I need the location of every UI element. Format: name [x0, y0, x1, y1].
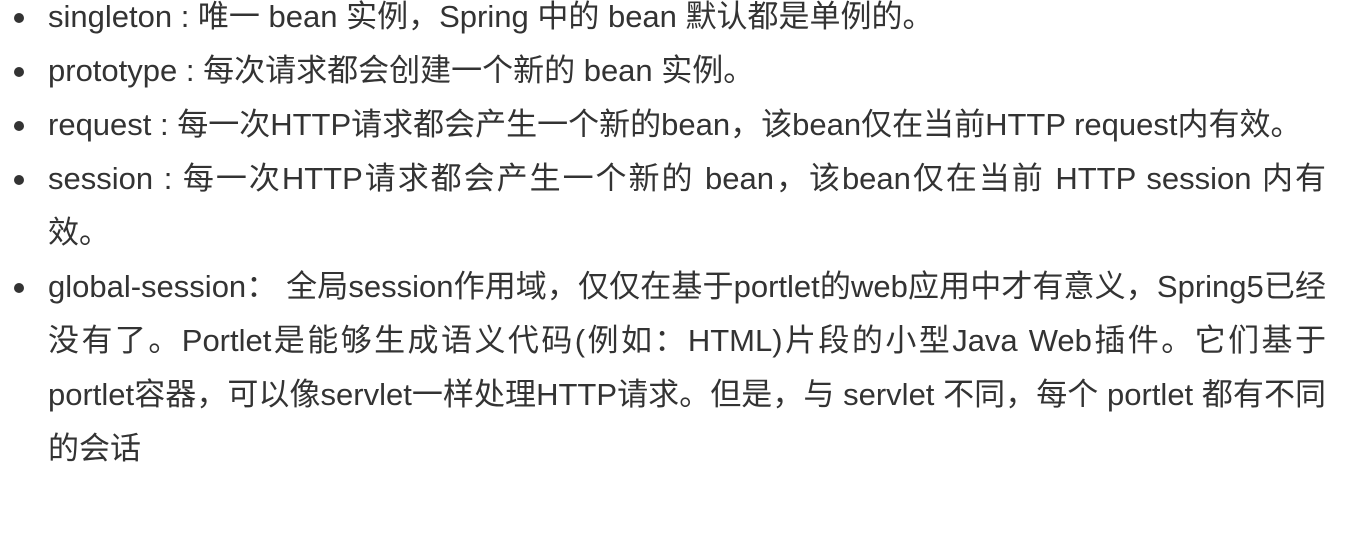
- list-item-prototype: prototype : 每次请求都会创建一个新的 bean 实例。: [14, 44, 1326, 98]
- document-body: singleton : 唯一 bean 实例，Spring 中的 bean 默认…: [0, 0, 1366, 534]
- list-item-text: global-session： 全局session作用域，仅仅在基于portle…: [48, 269, 1326, 466]
- bean-scope-list: singleton : 唯一 bean 实例，Spring 中的 bean 默认…: [14, 0, 1326, 476]
- list-item-text: singleton : 唯一 bean 实例，Spring 中的 bean 默认…: [48, 0, 934, 34]
- bullet-icon: [14, 13, 24, 23]
- list-item-global-session: global-session： 全局session作用域，仅仅在基于portle…: [14, 260, 1326, 476]
- bullet-icon: [14, 283, 24, 293]
- bullet-icon: [14, 67, 24, 77]
- list-item-text: request : 每一次HTTP请求都会产生一个新的bean，该bean仅在当…: [48, 107, 1302, 142]
- list-item-session: session : 每一次HTTP请求都会产生一个新的 bean，该bean仅在…: [14, 152, 1326, 260]
- bullet-icon: [14, 175, 24, 185]
- list-item-request: request : 每一次HTTP请求都会产生一个新的bean，该bean仅在当…: [14, 98, 1326, 152]
- list-item-singleton: singleton : 唯一 bean 实例，Spring 中的 bean 默认…: [14, 0, 1326, 44]
- list-item-text: session : 每一次HTTP请求都会产生一个新的 bean，该bean仅在…: [48, 161, 1326, 250]
- list-item-text: prototype : 每次请求都会创建一个新的 bean 实例。: [48, 53, 755, 88]
- bullet-icon: [14, 121, 24, 131]
